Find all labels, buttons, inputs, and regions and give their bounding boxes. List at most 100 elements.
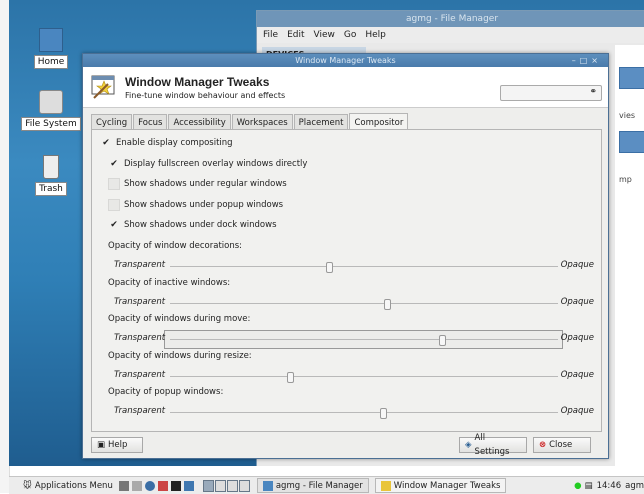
option-shadows-regular[interactable]: Show shadows under regular windows [108, 178, 287, 190]
window-tweaks-icon [91, 75, 115, 99]
desktop-icon-home[interactable]: Home [21, 28, 81, 69]
taskbar: 🐭 Applications Menu agmg - File Manager … [9, 476, 644, 494]
option-label: Show shadows under regular windows [124, 179, 287, 189]
option-label: Show shadows under popup windows [124, 200, 284, 210]
slider-track[interactable] [170, 335, 558, 346]
slider-windows-during-move[interactable]: Transparent Opaque [114, 330, 594, 349]
help-icon: ▣ [97, 440, 106, 450]
window-manager-tweaks-dialog[interactable]: Window Manager Tweaks –□× Window Manager… [82, 53, 609, 459]
folder-icon [262, 480, 273, 491]
terminal-icon[interactable] [170, 480, 181, 491]
slider-max-label: Opaque [560, 260, 594, 270]
checkbox-checked-icon[interactable]: ✔ [108, 158, 120, 170]
slider-min-label: Transparent [114, 260, 166, 270]
slider-thumb[interactable] [326, 262, 334, 273]
option-fullscreen-overlay[interactable]: ✔ Display fullscreen overlay windows dir… [108, 158, 307, 170]
slider-label: Opacity of window decorations: [108, 241, 243, 251]
window-controls: –□× [572, 54, 602, 67]
slider-window-decorations[interactable]: Transparent Opaque [114, 260, 594, 274]
dialog-header: Window Manager Tweaks Fine-tune window b… [83, 67, 608, 108]
desktop-icon-trash[interactable]: Trash [21, 155, 81, 196]
slider-thumb[interactable] [384, 299, 392, 310]
slider-label: Opacity of windows during resize: [108, 351, 252, 361]
option-enable-compositing[interactable]: ✔ Enable display compositing [100, 137, 233, 149]
workspace-switcher[interactable] [202, 479, 251, 492]
slider-min-label: Transparent [114, 297, 166, 307]
applications-menu-label: Applications Menu [34, 480, 113, 491]
applications-menu-button[interactable]: 🐭 Applications Menu [23, 481, 113, 491]
screenshot-icon[interactable] [131, 480, 142, 491]
close-button[interactable]: ⊗ Close [533, 437, 591, 453]
slider-windows-during-resize[interactable]: Transparent Opaque [114, 370, 594, 384]
settings-icon: ◈ [465, 440, 472, 450]
trash-icon [43, 155, 59, 179]
workspace-1[interactable] [202, 479, 214, 492]
show-desktop-icon[interactable] [183, 480, 194, 491]
help-button-label: Help [108, 440, 128, 450]
menu-go[interactable]: Go [344, 27, 356, 43]
slider-track[interactable] [170, 262, 558, 273]
checkbox-checked-icon[interactable]: ✔ [100, 137, 112, 149]
workspace-2[interactable] [214, 479, 226, 492]
slider-track[interactable] [170, 408, 558, 419]
task-file-manager[interactable]: agmg - File Manager [256, 478, 369, 493]
system-tray: ● ▤ 14:46 agm [574, 481, 644, 491]
compositor-panel: ✔ Enable display compositing ✔ Display f… [91, 129, 602, 432]
close-icon: ⊗ [539, 440, 547, 450]
binoculars-icon[interactable]: ⚭ [589, 87, 597, 97]
desktop-icon-file-system[interactable]: File System [21, 90, 81, 131]
slider-track[interactable] [170, 299, 558, 310]
close-icon[interactable]: × [591, 56, 602, 65]
network-icon[interactable] [118, 480, 129, 491]
drive-icon [39, 90, 63, 114]
settings-icon[interactable] [157, 480, 168, 491]
close-button-label: Close [549, 440, 573, 450]
menu-edit[interactable]: Edit [287, 27, 304, 43]
task-label: agmg - File Manager [275, 480, 363, 491]
all-settings-button[interactable]: ◈ All Settings [459, 433, 527, 457]
checkbox-unchecked-icon[interactable] [108, 178, 120, 190]
network-status-icon[interactable]: ● [574, 481, 581, 491]
option-shadows-dock[interactable]: ✔ Show shadows under dock windows [108, 219, 276, 231]
workspace-4[interactable] [238, 479, 250, 492]
folder-label: vies [619, 111, 636, 120]
slider-inactive-windows[interactable]: Transparent Opaque [114, 297, 594, 311]
task-window-manager-tweaks[interactable]: Window Manager Tweaks [374, 478, 507, 493]
folder-label: mp [619, 175, 632, 184]
slider-thumb[interactable] [380, 408, 388, 419]
slider-label: Opacity of windows during move: [108, 314, 251, 324]
slider-label: Opacity of inactive windows: [108, 278, 231, 288]
menu-file[interactable]: File [263, 27, 278, 43]
slider-min-label: Transparent [114, 406, 166, 416]
dialog-titlebar[interactable]: Window Manager Tweaks –□× [83, 54, 608, 67]
option-label: Display fullscreen overlay windows direc… [124, 159, 308, 169]
slider-popup-windows[interactable]: Transparent Opaque [114, 406, 594, 420]
slider-max-label: Opaque [560, 370, 594, 380]
option-label: Enable display compositing [116, 138, 233, 148]
xfce-mouse-icon: 🐭 [23, 480, 32, 491]
settings-search-input[interactable]: ⚭ [500, 85, 602, 101]
workspace-3[interactable] [226, 479, 238, 492]
web-browser-icon[interactable] [144, 480, 155, 491]
slider-thumb[interactable] [287, 372, 295, 383]
checkbox-unchecked-icon[interactable] [108, 199, 120, 211]
slider-track[interactable] [170, 372, 558, 383]
minimize-icon[interactable]: – [572, 56, 580, 65]
window-tweaks-icon [380, 480, 391, 491]
menu-help[interactable]: Help [365, 27, 386, 43]
desktop-icon-label: File System [21, 117, 81, 131]
folder-icon[interactable] [619, 67, 644, 89]
clipboard-icon[interactable]: ▤ [585, 481, 593, 491]
option-shadows-popup[interactable]: Show shadows under popup windows [108, 199, 283, 211]
slider-thumb[interactable] [438, 335, 446, 346]
checkbox-checked-icon[interactable]: ✔ [108, 219, 120, 231]
file-manager-title: agmg - File Manager [257, 11, 644, 27]
help-button[interactable]: ▣ Help [91, 437, 143, 453]
user-label: agm [625, 480, 644, 491]
menu-view[interactable]: View [314, 27, 335, 43]
maximize-icon[interactable]: □ [580, 56, 592, 65]
folder-icon[interactable] [619, 131, 644, 153]
home-folder-icon [39, 28, 63, 52]
clock[interactable]: 14:46 [597, 481, 622, 491]
desktop-icon-label: Home [33, 55, 69, 69]
